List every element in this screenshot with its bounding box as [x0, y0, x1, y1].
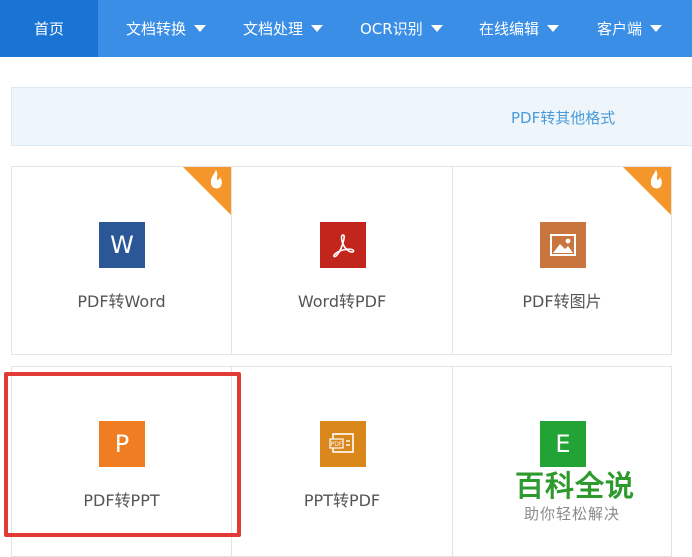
nav-item-label: 在线编辑 [479, 20, 540, 38]
tool-card-label: PDF转Word [77, 292, 166, 311]
tool-card-label: PPT转PDF [303, 491, 381, 510]
category-title[interactable]: PDF转其他格式 [511, 88, 615, 147]
nav-item-doc-convert[interactable]: 文档转换 [126, 0, 207, 57]
ppt-to-pdf-icon: PDF [320, 421, 366, 467]
watermark-subtitle: 助你轻松解决 [524, 505, 621, 523]
nav-item-ocr[interactable]: OCR识别 [360, 0, 443, 57]
image-icon [540, 222, 586, 268]
hot-fire-icon [183, 167, 231, 215]
svg-text:PDF: PDF [331, 441, 343, 448]
caret-down-icon [430, 25, 443, 32]
tool-card-pdf-to-image[interactable]: PDF转图片 [452, 166, 672, 355]
nav-item-label: 客户端 [597, 20, 643, 38]
watermark-title: 百科全说 [515, 469, 636, 503]
excel-icon: E [540, 421, 586, 467]
caret-down-icon [194, 25, 207, 32]
word-icon: W [99, 222, 145, 268]
nav-item-label: 文档转换 [126, 20, 187, 38]
tool-card-label: Word转PDF [297, 292, 387, 311]
nav-item-label: OCR识别 [360, 20, 423, 38]
tool-card-label: PDF转图片 [522, 292, 602, 311]
caret-down-icon [547, 25, 560, 32]
caret-down-icon [311, 25, 324, 32]
highlight-box [4, 372, 241, 537]
nav-item-label: 首页 [33, 20, 64, 38]
nav-item-home[interactable]: 首页 [0, 0, 98, 57]
tool-card-excel[interactable]: E [452, 366, 672, 557]
tool-card-pdf-to-word[interactable]: W PDF转Word [11, 166, 232, 355]
tool-card-word-to-pdf[interactable]: Word转PDF [231, 166, 453, 355]
nav-item-doc-process[interactable]: 文档处理 [243, 0, 324, 57]
top-nav: 首页 文档转换 文档处理 OCR识别 在线编辑 客户端 [0, 0, 692, 57]
category-banner: PDF转其他格式 [11, 87, 692, 146]
nav-item-client[interactable]: 客户端 [597, 0, 663, 57]
caret-down-icon [650, 25, 663, 32]
tool-card-ppt-to-pdf[interactable]: PDF PPT转PDF [231, 366, 453, 557]
nav-item-label: 文档处理 [243, 20, 304, 38]
pdf-acrobat-icon [320, 222, 366, 268]
nav-item-online-edit[interactable]: 在线编辑 [479, 0, 560, 57]
hot-fire-icon [623, 167, 671, 215]
